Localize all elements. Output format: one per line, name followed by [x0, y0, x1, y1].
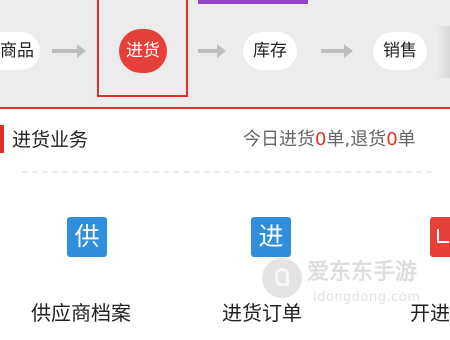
- flow-step-stock[interactable]: 库存: [243, 32, 297, 70]
- purchase-order-icon-glyph: 进: [258, 222, 284, 251]
- stats-return-prefix: 退货: [350, 129, 387, 150]
- workflow-bar: 商品 进货 库存 销售: [0, 0, 450, 108]
- open-purchase-label[interactable]: 开进: [410, 298, 450, 328]
- flow-step-purchase-label: 进货: [126, 41, 160, 61]
- flow-step-purchase[interactable]: 进货: [119, 29, 167, 73]
- top-tab-indicator: [198, 0, 308, 4]
- flow-step-stock-label: 库存: [253, 41, 287, 61]
- flow-arrow-right-icon: [52, 44, 86, 58]
- purchase-unit: 单: [326, 129, 345, 150]
- watermark-title: 爱东东手游: [307, 260, 418, 285]
- today-stats: 今日进货0单,退货0单: [243, 126, 416, 154]
- flow-step-active-frame[interactable]: 进货: [97, 0, 188, 97]
- flow-step-goods[interactable]: 商品: [0, 32, 40, 70]
- open-purchase-icon[interactable]: [430, 217, 450, 257]
- flow-step-sales-label: 销售: [383, 41, 417, 61]
- supplier-archive-label[interactable]: 供应商档案: [31, 298, 131, 328]
- section-accent-bar: [0, 125, 4, 153]
- flow-arrow-right-icon: [321, 44, 353, 58]
- purchase-order-icon[interactable]: 进: [251, 217, 291, 257]
- return-count: 0: [386, 129, 398, 150]
- open-purchase-icon-mark: [437, 229, 449, 243]
- watermark-url: idongdong.com: [313, 290, 421, 305]
- section-title: 进货业务: [12, 129, 89, 151]
- flow-overflow-edge: [436, 26, 450, 78]
- flow-step-goods-label: 商品: [0, 41, 34, 61]
- purchase-section-header: 进货业务 今日进货0单,退货0单: [0, 118, 450, 162]
- flow-arrow-right-icon: [198, 44, 226, 58]
- purchase-order-label[interactable]: 进货订单: [222, 298, 302, 328]
- purchase-count: 0: [315, 129, 327, 150]
- stats-purchase-prefix: 今日进货: [243, 129, 315, 150]
- section-divider: [0, 107, 450, 109]
- watermark-logo-icon: [262, 258, 302, 298]
- return-unit: 单: [397, 129, 416, 150]
- flow-step-sales[interactable]: 销售: [373, 32, 427, 70]
- supplier-icon[interactable]: 供: [67, 217, 107, 257]
- supplier-icon-glyph: 供: [74, 222, 100, 251]
- dashed-separator: [22, 171, 432, 173]
